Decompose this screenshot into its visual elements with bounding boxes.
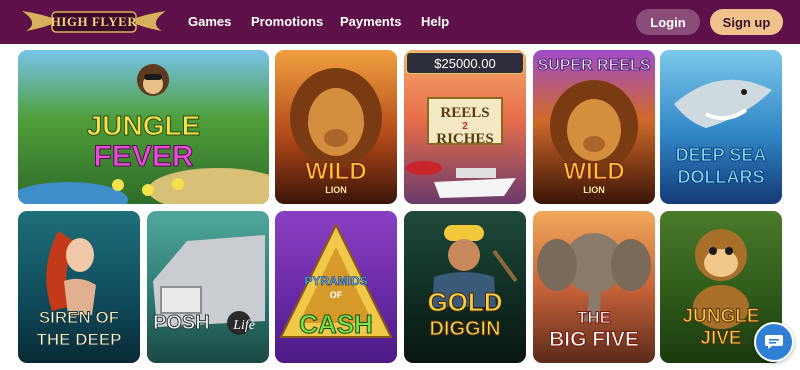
game-title-line1: THE bbox=[577, 308, 612, 327]
chat-bubble-icon bbox=[765, 335, 783, 349]
top-nav-bar: HIGH FLYER Games Promotions Payments Hel… bbox=[0, 0, 800, 44]
high-flyer-logo[interactable]: HIGH FLYER bbox=[18, 5, 170, 38]
game-title-line2: DIGGIN bbox=[429, 318, 501, 340]
game-banner: SUPER REELS bbox=[537, 57, 651, 74]
game-tile-posh-life[interactable]: POSH Life bbox=[147, 211, 269, 363]
game-title-line1: REELS bbox=[440, 105, 490, 121]
jackpot-amount: $25000.00 bbox=[406, 52, 524, 74]
logo-text: HIGH FLYER bbox=[50, 14, 138, 29]
game-title-line2: DOLLARS bbox=[677, 167, 765, 187]
game-title-line2: CASH bbox=[299, 309, 374, 339]
game-title-line1: WILD bbox=[305, 158, 367, 185]
car-art-icon bbox=[153, 235, 265, 335]
nav-payments[interactable]: Payments bbox=[340, 14, 401, 29]
signup-button[interactable]: Sign up bbox=[710, 9, 783, 35]
game-title-line1: WILD bbox=[563, 158, 625, 185]
game-title-line1: SIREN OF bbox=[38, 308, 120, 327]
game-title-line2: BIG FIVE bbox=[549, 328, 640, 351]
game-tile-super-reels-wild-lion[interactable]: SUPER REELS WILD LION bbox=[533, 50, 655, 204]
game-title-connector: OF bbox=[329, 290, 343, 300]
game-title-line1: GOLD bbox=[427, 287, 503, 317]
game-title-line1: JUNGLE bbox=[86, 110, 201, 141]
game-title-line1: DEEP SEA bbox=[675, 145, 767, 165]
game-title-line2: FEVER bbox=[93, 140, 194, 173]
nav-promotions[interactable]: Promotions bbox=[251, 14, 323, 29]
chat-button[interactable] bbox=[754, 322, 794, 362]
game-title-line2: LION bbox=[583, 185, 605, 195]
game-title-line1: PYRAMIDS bbox=[304, 274, 368, 288]
game-tile-pyramids-of-cash[interactable]: PYRAMIDS OF CASH bbox=[275, 211, 397, 363]
game-title-line2: THE DEEP bbox=[36, 330, 122, 349]
game-title-line2: LION bbox=[325, 185, 347, 195]
game-tile-jungle-fever[interactable]: JUNGLE FEVER bbox=[18, 50, 269, 204]
game-title-line2: RICHES bbox=[436, 131, 494, 147]
nav-help[interactable]: Help bbox=[421, 14, 449, 29]
nav-games[interactable]: Games bbox=[188, 14, 231, 29]
game-title-line2: Life bbox=[233, 318, 255, 333]
login-button[interactable]: Login bbox=[636, 9, 700, 35]
game-title-line1: JUNGLE bbox=[682, 306, 760, 327]
game-tile-the-big-five[interactable]: THE BIG FIVE bbox=[533, 211, 655, 363]
game-tile-wild-lion[interactable]: WILD LION bbox=[275, 50, 397, 204]
game-tile-gold-diggin[interactable]: GOLD DIGGIN bbox=[404, 211, 526, 363]
game-tile-siren-of-the-deep[interactable]: SIREN OF THE DEEP bbox=[18, 211, 140, 363]
game-tile-deep-sea-dollars[interactable]: DEEP SEA DOLLARS bbox=[660, 50, 782, 204]
